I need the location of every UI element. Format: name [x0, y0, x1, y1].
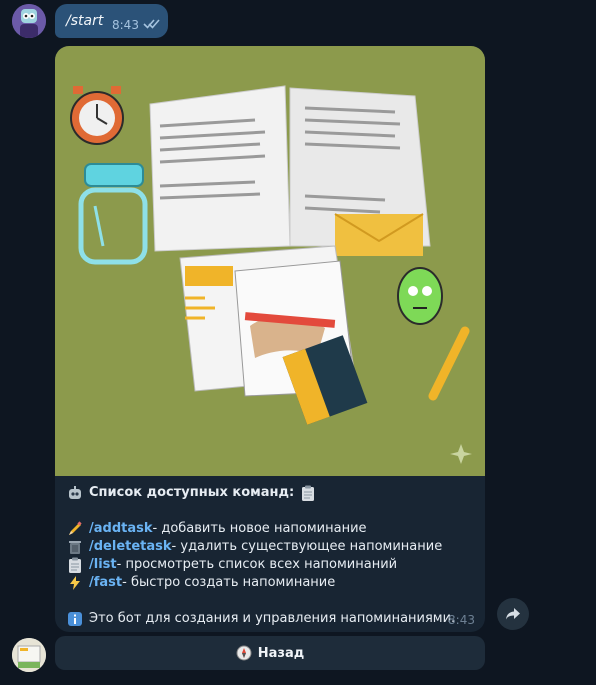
lightning-icon: [70, 576, 80, 590]
command-link-deletetask[interactable]: /deletetask: [89, 538, 172, 556]
command-row-deletetask: /deletetask - удалить существующее напом…: [67, 538, 477, 556]
outgoing-message-time: 8:43: [112, 18, 139, 32]
envelope-illustration: [334, 213, 424, 256]
info-icon: [68, 612, 82, 626]
command-row-addtask: /addtask - добавить новое напоминание: [67, 520, 477, 538]
bot-message-card[interactable]: Список доступных команд: /addtask - доба…: [55, 46, 485, 632]
trash-can-icon: [69, 541, 81, 554]
double-check-icon: [143, 19, 160, 29]
user-avatar[interactable]: [12, 4, 46, 38]
commands-title: Список доступных команд:: [67, 484, 477, 502]
command-row-fast: /fast - быстро создать напоминание: [67, 574, 477, 592]
robot-icon: [69, 486, 81, 499]
share-arrow-icon: [506, 608, 520, 620]
pencil-icon: [69, 521, 82, 535]
command-link-list[interactable]: /list: [89, 556, 117, 574]
bot-message-time: 8:43: [448, 613, 475, 627]
back-button[interactable]: Назад: [55, 636, 485, 670]
outgoing-message-text: /start: [66, 13, 104, 29]
compass-icon: [236, 645, 252, 661]
mascot-illustration: [397, 267, 443, 325]
clipboard-icon: [302, 485, 315, 501]
bot-message-text: Список доступных команд: /addtask - доба…: [67, 484, 477, 628]
outgoing-message[interactable]: /start 8:43: [55, 4, 168, 38]
bot-avatar[interactable]: [12, 638, 46, 672]
command-link-fast[interactable]: /fast: [89, 574, 122, 592]
illustration-image: [55, 46, 485, 476]
forward-button[interactable]: [497, 598, 529, 630]
command-row-list: /list - просмотреть список всех напомина…: [67, 556, 477, 574]
clipboard-icon: [69, 557, 81, 573]
info-line: Это бот для создания и управления напоми…: [67, 610, 477, 628]
back-button-label: Назад: [257, 645, 305, 661]
command-link-addtask[interactable]: /addtask: [89, 520, 153, 538]
